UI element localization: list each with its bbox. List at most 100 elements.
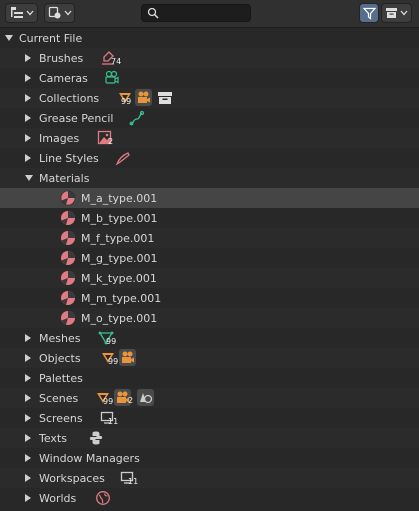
chevron-down-icon xyxy=(400,10,408,16)
count-badge: 74 xyxy=(111,57,122,66)
search-field[interactable] xyxy=(141,4,251,22)
disclosure-triangle[interactable] xyxy=(25,474,31,482)
tree-row-workspaces[interactable]: Workspaces 11 xyxy=(0,468,419,488)
search-icon xyxy=(147,7,159,19)
row-label: Meshes xyxy=(39,331,81,345)
chevron-down-icon xyxy=(26,10,33,16)
grease-pencil-icon xyxy=(129,110,145,126)
row-label: Screens xyxy=(39,411,83,425)
disclosure-triangle[interactable] xyxy=(25,54,31,62)
disclosure-triangle[interactable] xyxy=(5,35,13,41)
row-label: Objects xyxy=(39,351,81,365)
filter-funnel-icon xyxy=(362,7,376,20)
line-style-icon xyxy=(115,152,130,166)
material-icon xyxy=(61,291,75,305)
tree-row-window-managers[interactable]: Window Managers xyxy=(0,448,419,468)
tree-row-palettes[interactable]: Palettes xyxy=(0,368,419,388)
row-label: Workspaces xyxy=(39,471,105,485)
material-row[interactable]: M_f_type.001 xyxy=(0,228,419,248)
disclosure-triangle[interactable] xyxy=(25,434,31,442)
tree-row-current-file[interactable]: Current File xyxy=(0,28,419,48)
count-badge: 99 xyxy=(108,357,119,366)
camera-data-icon xyxy=(105,70,119,84)
world-icon xyxy=(96,491,110,505)
material-row[interactable]: M_g_type.001 xyxy=(0,248,419,268)
blend-data-filter-icon xyxy=(48,6,60,19)
count-badge: 11 xyxy=(108,417,119,426)
row-label: M_a_type.001 xyxy=(81,191,158,205)
disclosure-triangle[interactable] xyxy=(25,494,31,502)
disclosure-triangle[interactable] xyxy=(25,74,31,82)
tree-row-cameras[interactable]: Cameras xyxy=(0,68,419,88)
row-label: M_k_type.001 xyxy=(81,271,157,285)
search-input[interactable] xyxy=(163,6,243,20)
disclosure-triangle[interactable] xyxy=(25,454,31,462)
disclosure-triangle[interactable] xyxy=(25,334,31,342)
tree-row-scenes[interactable]: Scenes 99 2 xyxy=(0,388,419,408)
disclosure-triangle[interactable] xyxy=(25,175,33,181)
row-label: Scenes xyxy=(39,391,79,405)
row-label: M_m_type.001 xyxy=(81,291,162,305)
tree-row-collections[interactable]: Collections 99 xyxy=(0,88,419,108)
outliner-display-mode-icon xyxy=(10,7,23,18)
material-icon xyxy=(61,251,75,265)
python-text-icon xyxy=(89,431,103,445)
tree-row-line-styles[interactable]: Line Styles xyxy=(0,148,419,168)
material-row[interactable]: M_k_type.001 xyxy=(0,268,419,288)
tree-row-worlds[interactable]: Worlds xyxy=(0,488,419,508)
tree-row-images[interactable]: Images 2 xyxy=(0,128,419,148)
row-label: M_o_type.001 xyxy=(81,311,158,325)
material-row[interactable]: M_a_type.001 xyxy=(0,188,419,208)
root-label: Current File xyxy=(19,31,83,45)
collection-box-icon xyxy=(158,92,172,104)
material-row[interactable]: M_b_type.001 xyxy=(0,208,419,228)
filter-button[interactable] xyxy=(359,3,379,23)
material-row[interactable]: M_o_type.001 xyxy=(0,308,419,328)
row-label: Texts xyxy=(39,431,67,445)
world-scene-icon xyxy=(137,389,154,406)
row-label: Line Styles xyxy=(39,151,99,165)
row-label: Palettes xyxy=(39,371,83,385)
material-icon xyxy=(61,271,75,285)
material-icon xyxy=(61,311,75,325)
tree-row-brushes[interactable]: Brushes 74 xyxy=(0,48,419,68)
row-label: Materials xyxy=(39,171,90,185)
material-icon xyxy=(60,190,76,206)
count-badge: 99 xyxy=(103,397,114,406)
row-label: Brushes xyxy=(39,51,84,65)
tree-row-materials[interactable]: Materials xyxy=(0,168,419,188)
disclosure-triangle[interactable] xyxy=(25,154,31,162)
disclosure-triangle[interactable] xyxy=(25,414,31,422)
count-badge: 99 xyxy=(121,97,132,106)
disclosure-triangle[interactable] xyxy=(25,94,31,102)
row-label: Worlds xyxy=(39,491,77,505)
tree-row-objects[interactable]: Objects 99 xyxy=(0,348,419,368)
disclosure-triangle[interactable] xyxy=(25,354,31,362)
row-label: Images xyxy=(39,131,80,145)
disclosure-triangle[interactable] xyxy=(25,134,31,142)
display-mode-dropdown[interactable] xyxy=(5,3,38,23)
row-label: Cameras xyxy=(39,71,88,85)
material-icon xyxy=(61,211,75,225)
disclosure-triangle[interactable] xyxy=(25,394,31,402)
count-badge: 99 xyxy=(106,337,117,346)
filter-type-dropdown[interactable] xyxy=(44,3,75,23)
row-label: Collections xyxy=(39,91,100,105)
new-collection-button[interactable] xyxy=(381,3,412,23)
count-badge: 11 xyxy=(128,477,139,486)
count-badge: 2 xyxy=(108,137,114,146)
tree-row-texts[interactable]: Texts xyxy=(0,428,419,448)
tree-row-grease-pencil[interactable]: Grease Pencil xyxy=(0,108,419,128)
row-label: M_g_type.001 xyxy=(81,251,158,265)
new-collection-icon xyxy=(386,8,397,18)
tree-row-meshes[interactable]: Meshes 99 xyxy=(0,328,419,348)
chevron-down-icon xyxy=(64,10,71,16)
camera-icon xyxy=(135,89,152,106)
camera-icon xyxy=(119,349,136,366)
outliner-tree: Current File Brushes 74 Cameras Collecti… xyxy=(0,28,419,508)
disclosure-triangle[interactable] xyxy=(25,374,31,382)
material-row[interactable]: M_m_type.001 xyxy=(0,288,419,308)
disclosure-triangle[interactable] xyxy=(25,114,31,122)
material-icon xyxy=(61,231,75,245)
tree-row-screens[interactable]: Screens 11 xyxy=(0,408,419,428)
